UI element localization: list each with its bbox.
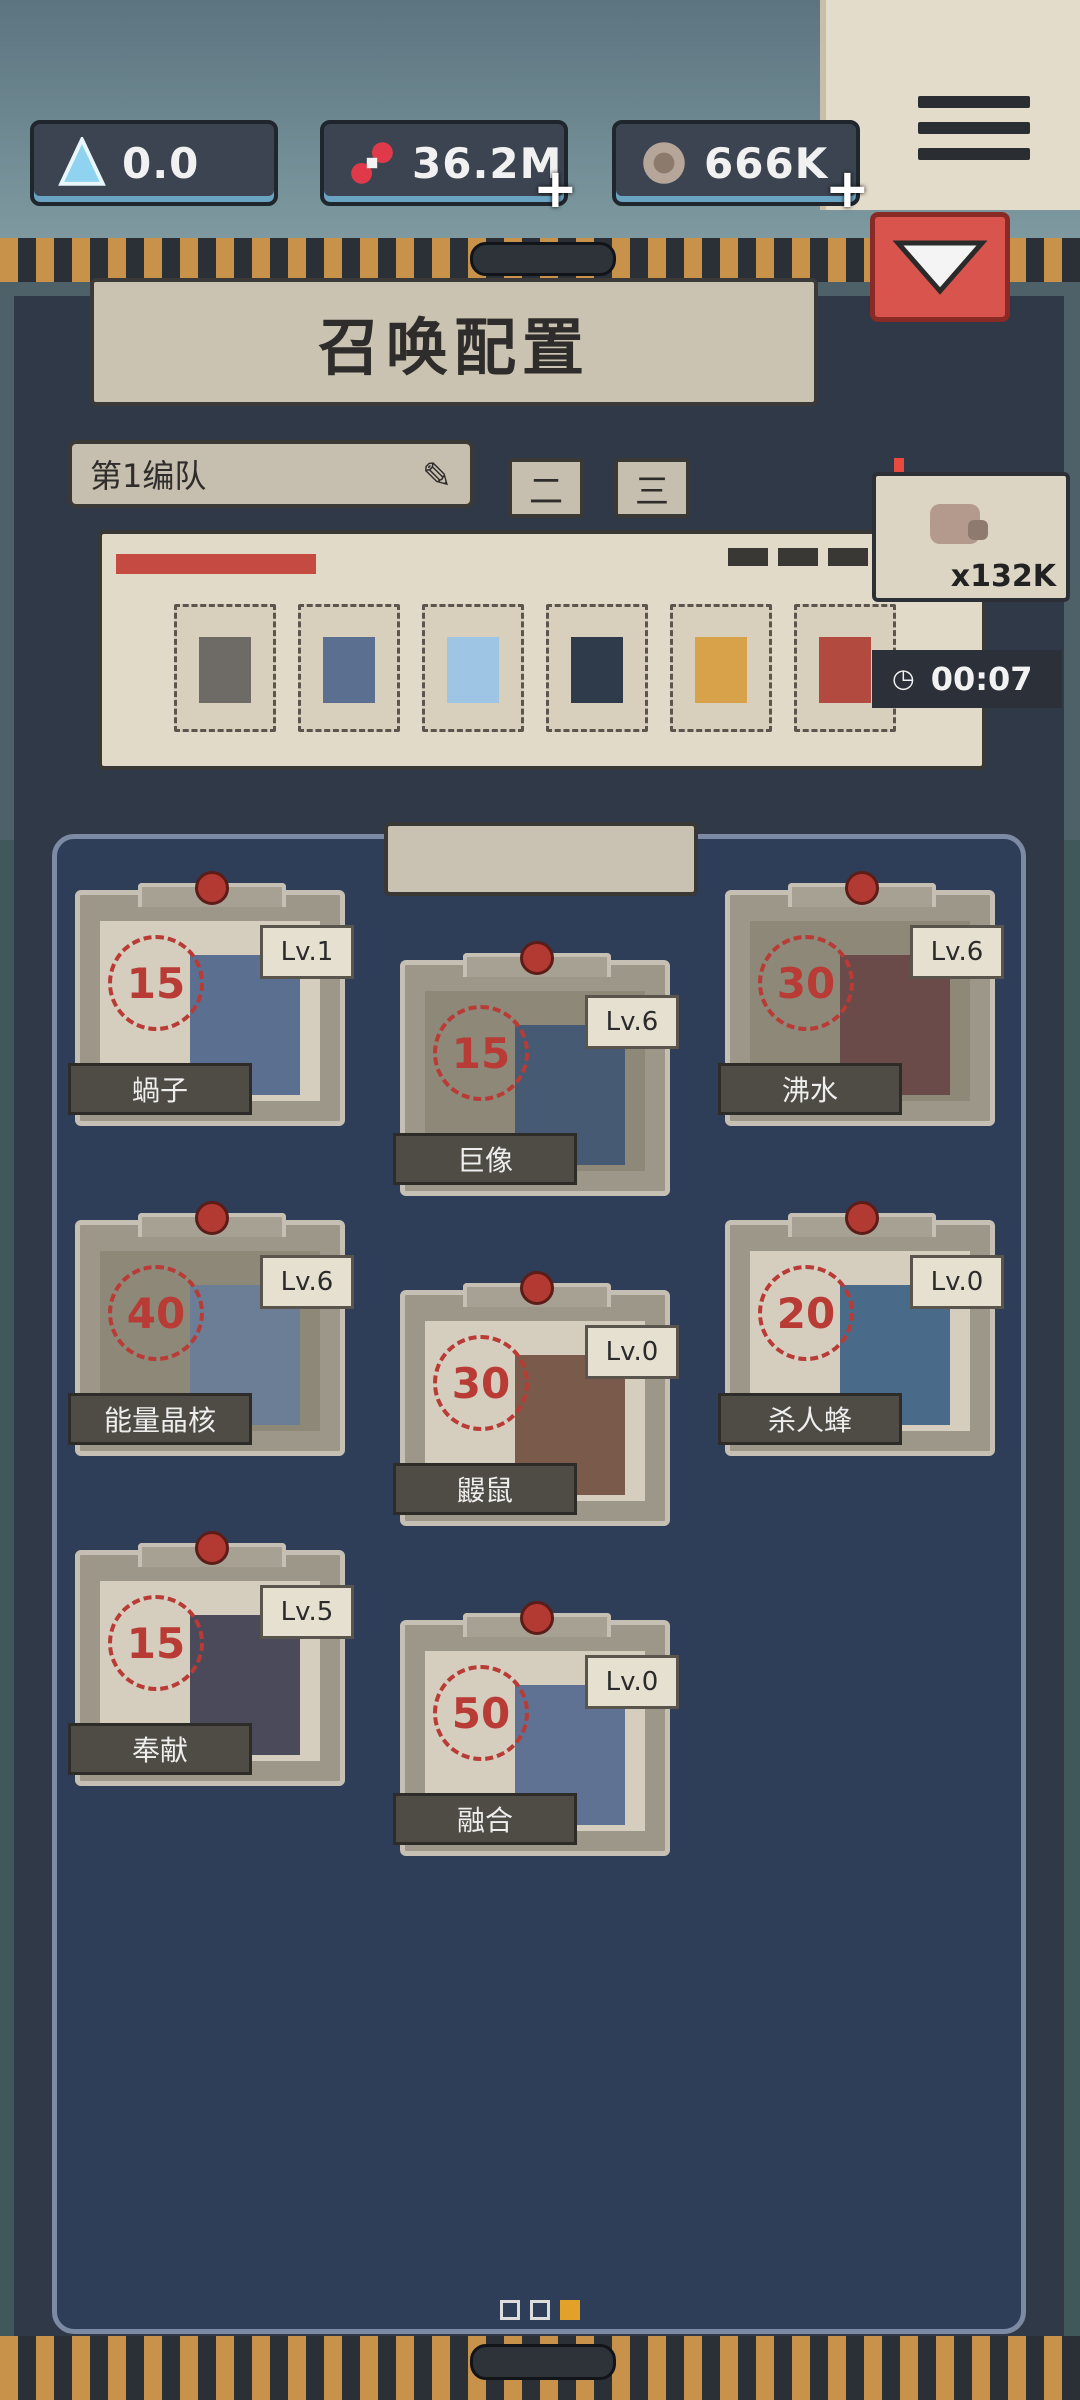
dna-add-icon[interactable]: + — [533, 157, 578, 220]
gem-icon — [845, 871, 879, 905]
gem-icon — [520, 941, 554, 975]
team-select-label: 第1编队 — [90, 457, 207, 495]
team-tab-2[interactable]: 二 — [508, 458, 584, 518]
level-badge: Lv.0 — [585, 1655, 679, 1709]
gem-icon — [845, 1201, 879, 1235]
level-badge: Lv.6 — [260, 1255, 354, 1309]
crystal-value: 0.0 — [122, 138, 200, 188]
card-name: 蝸子 — [68, 1063, 252, 1115]
dna-counter[interactable]: 36.2M + — [320, 120, 578, 220]
lineup-strip — [98, 530, 986, 770]
pager-dot[interactable] — [530, 2300, 550, 2320]
lineup-slot[interactable] — [546, 604, 648, 732]
lineup-slot[interactable] — [670, 604, 772, 732]
mob-sprite — [819, 637, 871, 703]
cost-badge: 15 — [108, 1595, 204, 1691]
level-badge: Lv.6 — [585, 995, 679, 1049]
crystal-counter: 0.0 — [30, 120, 278, 206]
gem-icon — [195, 1201, 229, 1235]
chevron-down-icon — [892, 240, 988, 295]
gem-icon — [520, 1601, 554, 1635]
gem-icon — [195, 1531, 229, 1565]
bottom-handle[interactable] — [470, 2344, 616, 2380]
summon-card[interactable]: 15 Lv.1 蝸子 — [68, 871, 354, 1126]
menu-icon[interactable] — [918, 96, 1030, 186]
pager-dot[interactable] — [500, 2300, 520, 2320]
crystal-icon — [58, 137, 106, 186]
summon-card[interactable]: 40 Lv.6 能量晶核 — [68, 1201, 354, 1456]
summon-card[interactable]: 30 Lv.0 鼹鼠 — [393, 1271, 679, 1526]
gem-icon — [520, 1271, 554, 1305]
cost-badge: 50 — [433, 1665, 529, 1761]
level-badge: Lv.5 — [260, 1585, 354, 1639]
lineup-slot[interactable] — [174, 604, 276, 732]
pager-dot-active[interactable] — [560, 2300, 580, 2320]
card-name: 奉献 — [68, 1723, 252, 1775]
timer: ◷ 00:07 — [872, 650, 1062, 708]
collapse-button[interactable] — [870, 212, 1010, 322]
meat-bag-icon — [930, 504, 988, 544]
card-name: 杀人蜂 — [718, 1393, 902, 1445]
summon-card[interactable]: 15 Lv.6 巨像 — [393, 941, 679, 1196]
lineup-dot — [778, 548, 818, 566]
lineup-dot — [728, 548, 768, 566]
pager — [500, 2300, 580, 2320]
summon-card[interactable]: 50 Lv.0 融合 — [393, 1601, 679, 1856]
team-select[interactable]: 第1编队 ✎ — [68, 440, 474, 508]
card-name: 鼹鼠 — [393, 1463, 577, 1515]
card-name: 巨像 — [393, 1133, 577, 1185]
level-badge: Lv.6 — [910, 925, 1004, 979]
dna-icon — [351, 142, 393, 184]
mob-sprite — [695, 637, 747, 703]
mob-sprite — [571, 637, 623, 703]
meat-counter[interactable]: 666K + — [612, 120, 870, 220]
lineup-dot — [828, 548, 868, 566]
team-tab-3[interactable]: 三 — [614, 458, 690, 518]
gem-icon — [195, 871, 229, 905]
cost-badge: 15 — [108, 935, 204, 1031]
mob-sprite — [447, 637, 499, 703]
mob-sprite — [199, 637, 251, 703]
cost-badge: 20 — [758, 1265, 854, 1361]
cost-badge: 30 — [758, 935, 854, 1031]
level-badge: Lv.0 — [910, 1255, 1004, 1309]
card-name: 能量晶核 — [68, 1393, 252, 1445]
summon-card[interactable]: 20 Lv.0 杀人蜂 — [718, 1201, 1004, 1456]
level-badge: Lv.0 — [585, 1325, 679, 1379]
cost-badge: 30 — [433, 1335, 529, 1431]
lineup-accent — [116, 554, 316, 574]
reward-popup[interactable]: x132K — [872, 472, 1070, 602]
list-tab[interactable] — [384, 822, 698, 896]
mob-sprite — [323, 637, 375, 703]
card-name: 融合 — [393, 1793, 577, 1845]
cost-badge: 40 — [108, 1265, 204, 1361]
meat-icon — [643, 142, 685, 184]
level-badge: Lv.1 — [260, 925, 354, 979]
panel-handle[interactable] — [470, 242, 616, 276]
meat-add-icon[interactable]: + — [825, 157, 870, 220]
page-title: 召唤配置 — [90, 278, 818, 406]
reward-count: x132K — [950, 559, 1056, 594]
timer-value: 00:07 — [930, 660, 1033, 698]
clock-icon: ◷ — [892, 664, 915, 694]
edit-icon[interactable]: ✎ — [422, 456, 452, 497]
card-name: 沸水 — [718, 1063, 902, 1115]
summon-card[interactable]: 15 Lv.5 奉献 — [68, 1531, 354, 1786]
lineup-slot[interactable] — [298, 604, 400, 732]
cost-badge: 15 — [433, 1005, 529, 1101]
meat-value: 666K — [704, 138, 829, 188]
lineup-slot[interactable] — [422, 604, 524, 732]
summon-card[interactable]: 30 Lv.6 沸水 — [718, 871, 1004, 1126]
